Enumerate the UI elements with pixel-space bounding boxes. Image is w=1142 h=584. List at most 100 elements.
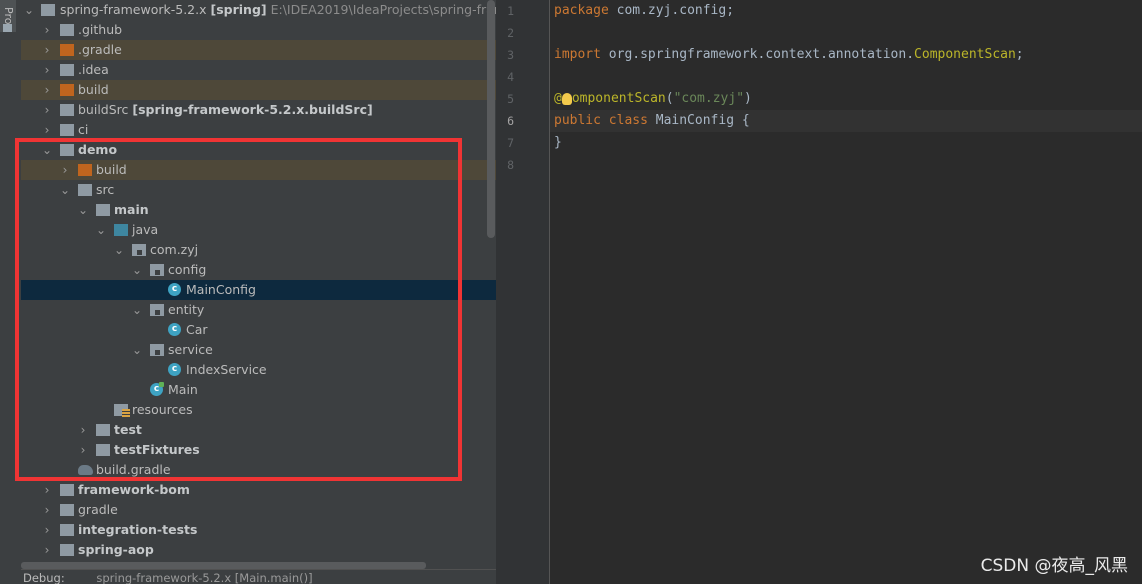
- tree-item-label: buildSrc: [78, 102, 129, 117]
- chevron-down-icon[interactable]: ⌄: [77, 200, 89, 220]
- tree-row-indexservice[interactable]: c IndexService: [21, 360, 496, 380]
- tree-row-main-class[interactable]: c Main: [21, 380, 496, 400]
- tree-row-spring-aop[interactable]: › spring-aop: [21, 540, 496, 560]
- tree-row-testfixtures[interactable]: › testFixtures: [21, 440, 496, 460]
- root-name: spring-framework-5.2.x: [60, 2, 207, 17]
- tree-item-label: entity: [168, 302, 205, 317]
- chevron-right-icon[interactable]: ›: [41, 20, 53, 40]
- tree-item-label: src: [96, 182, 115, 197]
- lightbulb-icon[interactable]: [561, 92, 572, 105]
- gradle-elephant-icon: [78, 465, 93, 475]
- tree-item-label: Car: [186, 322, 208, 337]
- tree-row-com-zyj[interactable]: ⌄ com.zyj: [21, 240, 496, 260]
- tree-row-github[interactable]: › .github: [21, 20, 496, 40]
- tree-row-build-gradle[interactable]: build.gradle: [21, 460, 496, 480]
- excluded-folder-icon: [60, 84, 74, 96]
- tree-item-label: config: [168, 262, 207, 277]
- line-number: 6: [507, 114, 514, 128]
- tree-row-entity[interactable]: ⌄ entity: [21, 300, 496, 320]
- tree-row-demo[interactable]: ⌄ demo: [21, 140, 496, 160]
- chevron-down-icon[interactable]: ⌄: [131, 300, 143, 320]
- tree-item-label: java: [132, 222, 159, 237]
- tree-row-src[interactable]: ⌄ src: [21, 180, 496, 200]
- package-icon: [150, 264, 164, 276]
- tree-row-gradle[interactable]: › gradle: [21, 500, 496, 520]
- tree-item-label: integration-tests: [78, 522, 198, 537]
- module-folder-icon: [60, 144, 74, 156]
- tree-row-test[interactable]: › test: [21, 420, 496, 440]
- folder-icon: [60, 504, 74, 516]
- excluded-folder-icon: [78, 164, 92, 176]
- code-line-5: @ omponentScan("com.zyj"): [554, 91, 752, 106]
- chevron-down-icon[interactable]: ⌄: [59, 180, 71, 200]
- folder-icon: [60, 124, 74, 136]
- tree-row-build[interactable]: › build: [21, 80, 496, 100]
- package-icon: [132, 244, 146, 256]
- chevron-down-icon[interactable]: ⌄: [95, 220, 107, 240]
- package-icon: [150, 304, 164, 316]
- tree-item-label: demo: [78, 142, 118, 157]
- tree-row-integration-tests[interactable]: › integration-tests: [21, 520, 496, 540]
- source-folder-icon: [114, 224, 128, 236]
- chevron-right-icon[interactable]: ›: [41, 540, 53, 560]
- tree-item-label: IndexService: [186, 362, 267, 377]
- tree-row-idea[interactable]: › .idea: [21, 60, 496, 80]
- module-name: [spring-framework-5.2.x.buildSrc]: [132, 102, 373, 117]
- chevron-right-icon[interactable]: ›: [41, 120, 53, 140]
- tree-item-label: build: [78, 82, 109, 97]
- tree-row-java[interactable]: ⌄ java: [21, 220, 496, 240]
- tree-row-service[interactable]: ⌄ service: [21, 340, 496, 360]
- chevron-right-icon[interactable]: ›: [41, 520, 53, 540]
- debug-label: Debug:: [23, 571, 65, 584]
- vertical-scrollbar[interactable]: [487, 0, 495, 238]
- line-number: 7: [507, 136, 514, 150]
- horizontal-scrollbar[interactable]: [21, 562, 426, 569]
- tree-item-label: ci: [78, 122, 89, 137]
- class-icon: c: [168, 363, 181, 376]
- chevron-down-icon[interactable]: ⌄: [41, 140, 53, 160]
- folder-icon: [3, 24, 12, 32]
- excluded-folder-icon: [60, 44, 74, 56]
- module-folder-icon: [60, 524, 74, 536]
- chevron-down-icon[interactable]: ⌄: [131, 340, 143, 360]
- editor-gutter: 1 2 3 4 5 6 7 8: [496, 0, 550, 584]
- chevron-down-icon[interactable]: ⌄: [23, 0, 35, 20]
- tree-row-resources[interactable]: resources: [21, 400, 496, 420]
- chevron-right-icon[interactable]: ›: [77, 420, 89, 440]
- chevron-right-icon[interactable]: ›: [41, 40, 53, 60]
- module-folder-icon: [60, 544, 74, 556]
- tree-item-label: test: [114, 422, 142, 437]
- root-path: E:\IDEA2019\IdeaProjects\spring-framew: [270, 2, 496, 17]
- tree-row-mainconfig[interactable]: c MainConfig: [21, 280, 496, 300]
- chevron-right-icon[interactable]: ›: [59, 160, 71, 180]
- chevron-right-icon[interactable]: ›: [41, 500, 53, 520]
- tree-row-gradle-cache[interactable]: › .gradle: [21, 40, 496, 60]
- chevron-right-icon[interactable]: ›: [41, 60, 53, 80]
- chevron-right-icon[interactable]: ›: [41, 100, 53, 120]
- tree-item-label: testFixtures: [114, 442, 200, 457]
- tree-row-config[interactable]: ⌄ config: [21, 260, 496, 280]
- tree-row-main[interactable]: ⌄ main: [21, 200, 496, 220]
- chevron-down-icon[interactable]: ⌄: [113, 240, 125, 260]
- code-line-3: import org.springframework.context.annot…: [554, 47, 1024, 62]
- tree-item-label: .github: [78, 22, 123, 37]
- tree-row-demo-build[interactable]: › build: [21, 160, 496, 180]
- tree-row-ci[interactable]: › ci: [21, 120, 496, 140]
- debug-session-tab[interactable]: spring-framework-5.2.x [Main.main()]: [96, 571, 312, 584]
- tree-row-root[interactable]: ⌄ spring-framework-5.2.x [spring] E:\IDE…: [21, 0, 496, 20]
- tree-item-label: MainConfig: [186, 282, 256, 297]
- tree-row-car[interactable]: c Car: [21, 320, 496, 340]
- tree-row-buildsrc[interactable]: › buildSrc [spring-framework-5.2.x.build…: [21, 100, 496, 120]
- chevron-right-icon[interactable]: ›: [41, 480, 53, 500]
- package-icon: [150, 344, 164, 356]
- chevron-down-icon[interactable]: ⌄: [131, 260, 143, 280]
- chevron-right-icon[interactable]: ›: [41, 80, 53, 100]
- tree-item-label: resources: [132, 402, 193, 417]
- code-editor[interactable]: package com.zyj.config; import org.sprin…: [550, 0, 1142, 584]
- tree-item-label: main: [114, 202, 149, 217]
- chevron-right-icon[interactable]: ›: [77, 440, 89, 460]
- project-tree[interactable]: ⌄ spring-framework-5.2.x [spring] E:\IDE…: [21, 0, 496, 584]
- module-folder-icon: [60, 484, 74, 496]
- class-icon: c: [168, 283, 181, 296]
- tree-row-framework-bom[interactable]: › framework-bom: [21, 480, 496, 500]
